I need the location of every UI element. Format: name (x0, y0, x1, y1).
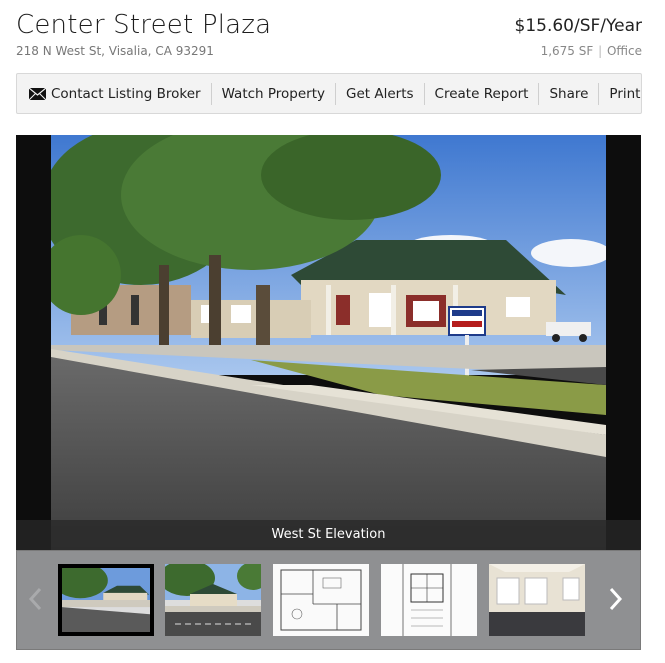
photo-caption: West St Elevation (16, 520, 641, 550)
thumbnail-exterior-photo[interactable] (58, 564, 154, 636)
listing-action-toolbar: Contact Listing Broker Watch Property Ge… (16, 73, 642, 114)
thumbnail-exterior-photo-2[interactable] (165, 564, 261, 636)
interior-photo-icon (489, 564, 585, 636)
envelope-icon (29, 87, 46, 100)
photo-gallery: West St Elevation (16, 135, 641, 550)
previous-arrow-icon[interactable] (25, 583, 47, 615)
thumbnail-site-plan[interactable] (381, 564, 477, 636)
page-title: Center Street Plaza (16, 10, 272, 40)
meta-separator: | (598, 44, 603, 58)
floor-plan-icon (273, 564, 369, 636)
thumbnail-strip (16, 550, 641, 650)
get-alerts-button[interactable]: Get Alerts (336, 82, 425, 105)
listing-type: Office (606, 44, 642, 58)
create-report-button[interactable]: Create Report (425, 82, 540, 105)
lease-rate: $15.60/SF/Year (514, 16, 643, 36)
listing-meta: 1,675 SF | Office (541, 44, 642, 58)
property-address: 218 N West St, Visalia, CA 93291 (16, 44, 214, 58)
main-property-photo[interactable] (51, 135, 606, 550)
share-button[interactable]: Share (539, 82, 600, 105)
site-plan-icon (381, 564, 477, 636)
watch-property-button[interactable]: Watch Property (212, 82, 337, 105)
listing-size: 1,675 SF (540, 44, 594, 58)
thumbnail-floor-plan[interactable] (273, 564, 369, 636)
print-button[interactable]: Print (599, 83, 650, 105)
thumbnail-interior-photo[interactable] (489, 564, 585, 636)
exterior-photo-icon (62, 568, 150, 632)
contact-broker-label: Contact Listing Broker (51, 85, 201, 102)
contact-broker-button[interactable]: Contact Listing Broker (29, 82, 212, 105)
next-arrow-icon[interactable] (604, 583, 626, 615)
exterior-photo-2-icon (165, 564, 261, 636)
